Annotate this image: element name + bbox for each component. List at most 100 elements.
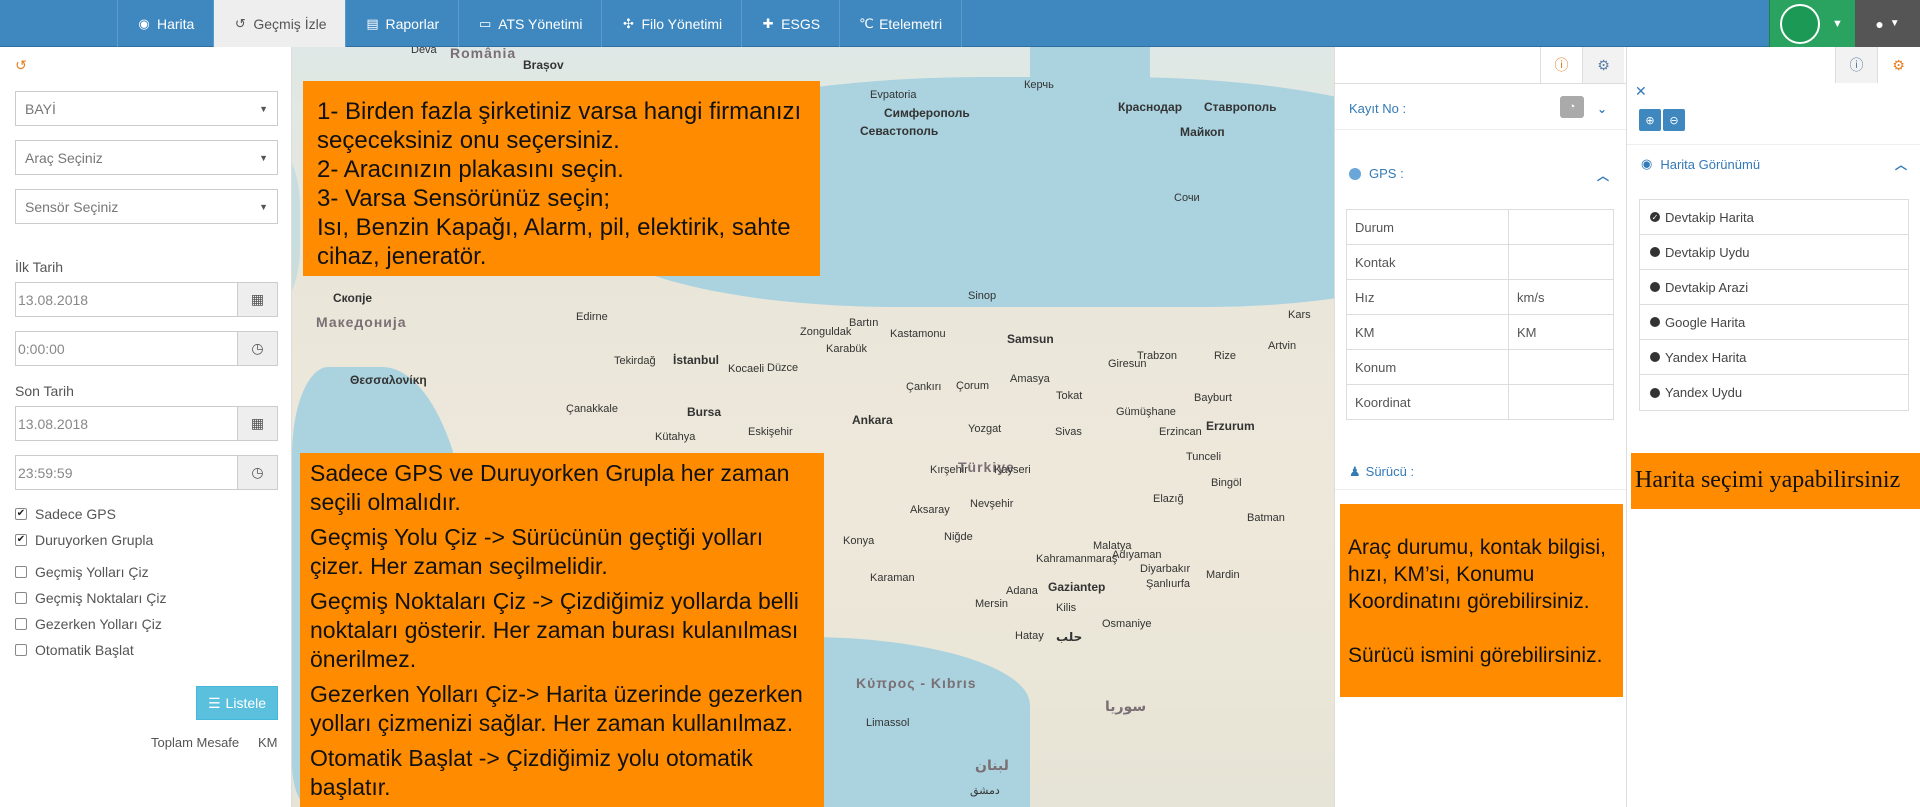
gps-dot-icon	[1349, 167, 1361, 180]
map-place-label: لبنان	[975, 757, 1009, 773]
end-date-value[interactable]: 13.08.2018	[16, 407, 237, 440]
vehicle-select[interactable]: Araç Seçiniz ▼	[15, 140, 278, 175]
map-style-option[interactable]: Devtakip Arazi	[1640, 270, 1908, 305]
user-menu-button[interactable]: ● ▼	[1855, 0, 1920, 47]
list-button[interactable]: ☰ Listele	[196, 686, 278, 720]
map-place-label: Керчь	[1024, 79, 1054, 91]
note-line: 3- Varsa Sensörünüz seçin;	[317, 185, 611, 212]
checkbox-checked-icon[interactable]: ✔	[15, 508, 27, 520]
start-time-value[interactable]: 0:00:00	[16, 332, 237, 365]
map-style-label: Yandex Uydu	[1665, 385, 1743, 400]
option-label: Geçmiş Yolları Çiz	[35, 564, 149, 580]
caret-down-icon: ▼	[259, 103, 268, 114]
gps-field-value: KM	[1508, 314, 1614, 350]
chevron-up-icon[interactable]: ︿	[1597, 167, 1609, 184]
history-tab[interactable]: ↺	[0, 47, 42, 83]
map-place-label: Erzurum	[1206, 419, 1255, 433]
nav-item-2[interactable]: ↺ Geçmiş İzle	[213, 0, 346, 47]
gps-info-table: Durum Kontak Hız km/s KM KM Konum Koordinat	[1346, 209, 1614, 420]
nav-item-label: Raporlar	[385, 15, 440, 32]
nav-item-5[interactable]: ✣ Filo Yönetimi	[601, 0, 741, 47]
option-checkbox[interactable]: ✔ Sadece GPS	[15, 506, 116, 522]
note-map-help: Harita seçimi yapabilirsiniz	[1631, 453, 1920, 509]
option-checkbox[interactable]: Geçmiş Noktaları Çiz	[15, 590, 166, 606]
map-place-label: Tunceli	[1186, 451, 1222, 463]
map-place-label: Çorum	[956, 380, 990, 392]
circle-icon	[1650, 282, 1660, 292]
map-place-label: Limassol	[866, 717, 910, 729]
dashboard-button[interactable]: ◔	[1560, 96, 1584, 118]
map-style-option[interactable]: Yandex Uydu	[1640, 375, 1908, 410]
table-row: Durum	[1346, 209, 1614, 245]
map-style-option[interactable]: ✓ Devtakip Harita	[1640, 200, 1908, 235]
checkbox-unchecked-icon[interactable]	[15, 592, 27, 604]
gps-field-value: km/s	[1508, 279, 1614, 315]
record-no-label: Kayıt No :	[1349, 101, 1407, 116]
option-checkbox[interactable]: Otomatik Başlat	[15, 642, 134, 658]
map-view-header[interactable]: ◉ Harita Görünümü	[1641, 156, 1760, 172]
start-date-field[interactable]: 13.08.2018 ▦	[15, 282, 278, 317]
history-icon: ↺	[234, 15, 246, 31]
map-place-label: Македонија	[316, 314, 407, 330]
info-tab[interactable]: ⓘ	[1835, 47, 1877, 83]
nav-item-7[interactable]: ℃ Etelemetri	[839, 0, 963, 47]
note-line: Geçmiş Yolu Çiz -> Sürücünün geçtiği yol…	[310, 524, 764, 579]
end-time-field[interactable]: 23:59:59 ◷	[15, 455, 278, 490]
map-style-option[interactable]: Google Harita	[1640, 305, 1908, 340]
checkbox-unchecked-icon[interactable]	[15, 644, 27, 656]
start-date-value[interactable]: 13.08.2018	[16, 283, 237, 316]
map-style-option[interactable]: Devtakip Uydu	[1640, 235, 1908, 270]
sensor-select[interactable]: Sensör Seçiniz ▼	[15, 189, 278, 224]
clock-icon[interactable]: ◷	[237, 456, 277, 489]
map-place-label: Elazığ	[1153, 493, 1184, 505]
table-row: Kontak	[1346, 244, 1614, 280]
map-place-label: Mardin	[1206, 569, 1240, 581]
calendar-icon[interactable]: ▦	[237, 283, 277, 316]
company-select-value: BAYİ	[25, 100, 56, 117]
calendar-icon[interactable]: ▦	[237, 407, 277, 440]
chevron-down-icon[interactable]: ⌄	[1597, 102, 1607, 116]
checkbox-unchecked-icon[interactable]	[15, 566, 27, 578]
clock-icon[interactable]: ◷	[237, 332, 277, 365]
map-place-label: Diyarbakır	[1140, 563, 1191, 575]
gps-section-header[interactable]: GPS :	[1349, 166, 1404, 181]
navbar-right: ▼ ● ▼	[1769, 0, 1920, 47]
circle-icon	[1650, 317, 1660, 327]
table-row: Koordinat	[1346, 384, 1614, 420]
nav-item-3[interactable]: ▤ Raporlar	[345, 0, 458, 47]
map-place-label: Kilis	[1056, 602, 1077, 614]
company-select[interactable]: BAYİ ▼	[15, 91, 278, 126]
gps-field-label: Koordinat	[1346, 384, 1509, 420]
checkbox-unchecked-icon[interactable]	[15, 618, 27, 630]
circle-icon	[1650, 387, 1660, 398]
checkbox-checked-icon[interactable]: ✔	[15, 534, 27, 546]
nav-item-6[interactable]: ✚ ESGS	[741, 0, 839, 47]
info-tab[interactable]: ⓘ	[1540, 47, 1582, 83]
zoom-out-button[interactable]: ⊖	[1663, 109, 1685, 131]
settings-tab[interactable]: ⚙	[1877, 47, 1919, 83]
map-place-label: Aksaray	[910, 504, 950, 516]
chevron-up-icon[interactable]: ︿	[1895, 156, 1907, 173]
note-line: Sadece GPS ve Duruyorken Grupla her zama…	[310, 460, 790, 515]
zoom-in-button[interactable]: ⊕	[1639, 109, 1661, 131]
nav-item-1[interactable]: ◉ Harita	[117, 0, 213, 47]
caret-down-icon: ▼	[1889, 18, 1900, 29]
close-icon[interactable]: ✕	[1635, 83, 1647, 100]
settings-tab[interactable]: ⚙	[1582, 47, 1624, 83]
map-place-label: Karabük	[826, 343, 867, 355]
option-checkbox[interactable]: Gezerken Yolları Çiz	[15, 616, 162, 632]
table-row: KM KM	[1346, 314, 1614, 350]
option-checkbox[interactable]: ✔ Duruyorken Grupla	[15, 532, 153, 548]
end-date-field[interactable]: 13.08.2018 ▦	[15, 406, 278, 441]
start-time-field[interactable]: 0:00:00 ◷	[15, 331, 278, 366]
map-place-label: Сочи	[1174, 192, 1200, 204]
map-place-label: Konya	[843, 535, 875, 547]
nav-item-4[interactable]: ▭ ATS Yönetimi	[458, 0, 601, 47]
end-time-value[interactable]: 23:59:59	[16, 456, 237, 489]
map-place-label: حلب	[1056, 630, 1083, 644]
map-style-option[interactable]: Yandex Harita	[1640, 340, 1908, 375]
option-checkbox[interactable]: Geçmiş Yolları Çiz	[15, 564, 149, 580]
map-place-label: Κύπρος - Kıbrıs	[856, 675, 977, 691]
map-place-label: Gaziantep	[1048, 580, 1106, 594]
connection-status-dropdown[interactable]: ▼	[1769, 0, 1855, 47]
